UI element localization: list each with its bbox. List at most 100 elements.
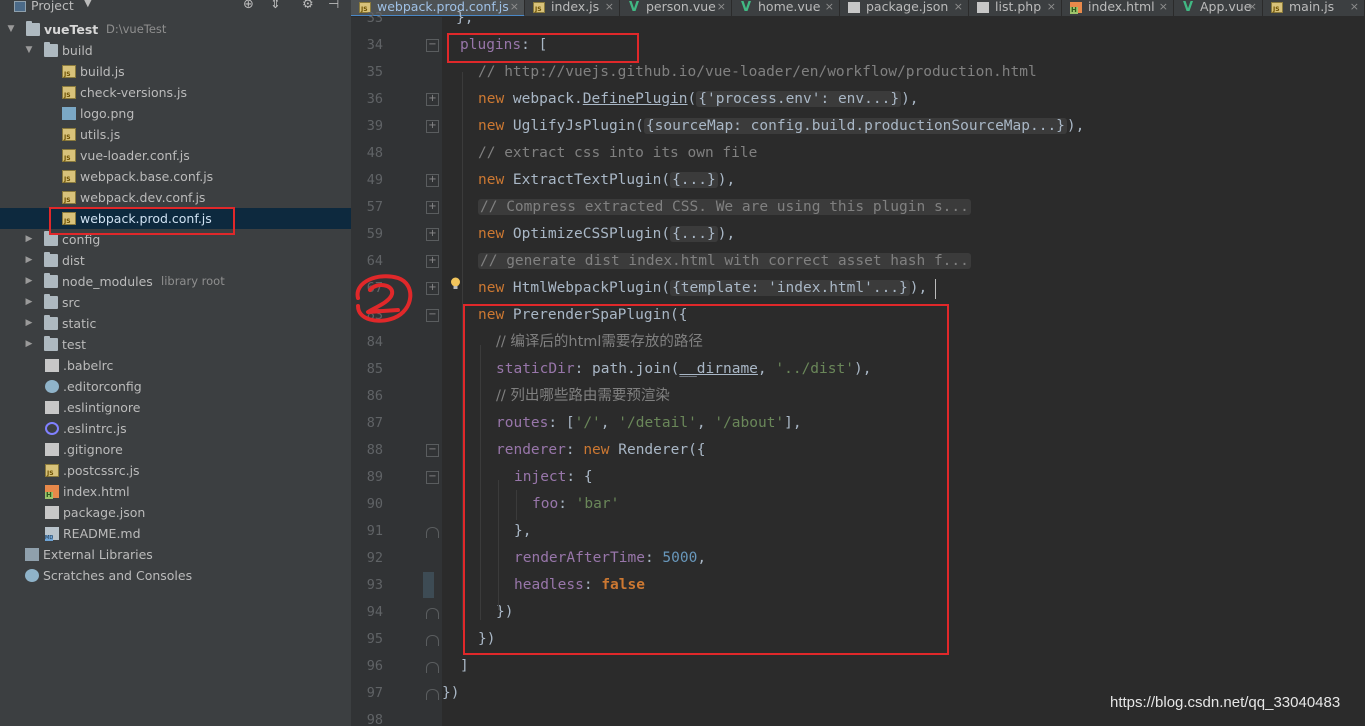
tree-item-webpack-dev-conf-js[interactable]: webpack.dev.conf.js: [0, 187, 351, 208]
tree-item-label: build.js: [80, 64, 125, 79]
minimize-icon[interactable]: ⊣: [328, 0, 339, 12]
line-number: 97: [366, 685, 383, 701]
code-token: ]: [460, 658, 469, 674]
chevron-right-icon[interactable]: ▶: [24, 271, 34, 292]
project-view-selector[interactable]: Project: [31, 0, 74, 13]
close-icon[interactable]: ×: [510, 0, 519, 14]
collapse-icon[interactable]: ⇕: [270, 0, 281, 12]
fold-end-icon[interactable]: [426, 527, 439, 538]
tree-item-editorconfig[interactable]: .editorconfig: [0, 376, 351, 397]
vue-file-icon: V: [740, 0, 752, 15]
close-icon[interactable]: ×: [1159, 0, 1168, 14]
tree-item-external-libraries[interactable]: External Libraries: [0, 544, 351, 565]
tab-label: main.js: [1289, 0, 1335, 14]
code-token: plugins: [460, 37, 522, 53]
gear-icon[interactable]: ⚙: [302, 0, 314, 12]
fold-expand-icon[interactable]: +: [426, 201, 439, 214]
folder-icon: [44, 294, 58, 309]
code-token: headless: [514, 577, 584, 593]
tree-item-vue-loader-conf-js[interactable]: vue-loader.conf.js: [0, 145, 351, 166]
lightbulb-icon[interactable]: [450, 277, 461, 291]
tree-item-node-modules[interactable]: ▶ node_modules library root: [0, 271, 351, 292]
tree-item-eslintignore[interactable]: .eslintignore: [0, 397, 351, 418]
html-file-icon: [1070, 2, 1082, 14]
chevron-right-icon[interactable]: ▶: [24, 250, 34, 271]
code-token: // Compress extracted CSS. We are using …: [478, 199, 971, 215]
tree-item-readme-md[interactable]: README.md: [0, 523, 351, 544]
tab-app-vue[interactable]: V App.vue ×: [1174, 0, 1263, 16]
close-icon[interactable]: ×: [1047, 0, 1056, 14]
line-number: 98: [366, 712, 383, 726]
fold-expand-icon[interactable]: +: [426, 93, 439, 106]
tree-item-webpack-base-conf-js[interactable]: webpack.base.conf.js: [0, 166, 351, 187]
chevron-down-icon[interactable]: ▼: [6, 19, 16, 40]
tree-item-label: static: [62, 316, 97, 331]
fold-collapse-icon[interactable]: −: [426, 444, 439, 457]
tree-item-postcssrc-js[interactable]: .postcssrc.js: [0, 460, 351, 481]
code-token: : {: [566, 469, 593, 485]
tree-item-gitignore[interactable]: .gitignore: [0, 439, 351, 460]
chevron-right-icon[interactable]: ▶: [24, 292, 34, 313]
code-line: ]: [460, 653, 469, 680]
tab-home-vue[interactable]: Vhome.vue ×: [732, 0, 840, 16]
code-token: PrerenderSpaPlugin({: [512, 307, 688, 323]
fold-collapse-icon[interactable]: −: [426, 309, 439, 322]
tree-item-test[interactable]: ▶ test: [0, 334, 351, 355]
fold-collapse-icon[interactable]: −: [426, 39, 439, 52]
tab-label: index.js: [551, 0, 600, 14]
fold-expand-icon[interactable]: +: [426, 120, 439, 133]
fold-expand-icon[interactable]: +: [426, 282, 439, 295]
line-number: 85: [366, 361, 383, 377]
tree-item-webpack-prod-conf-js[interactable]: webpack.prod.conf.js: [0, 208, 351, 229]
chevron-right-icon[interactable]: ▶: [24, 334, 34, 355]
close-icon[interactable]: ×: [717, 0, 726, 14]
tab-package-json[interactable]: package.json ×: [840, 0, 969, 16]
tree-item-package-json[interactable]: package.json: [0, 502, 351, 523]
tree-item-src[interactable]: ▶ src: [0, 292, 351, 313]
tree-item-utils-js[interactable]: utils.js: [0, 124, 351, 145]
code-line: // 列出哪些路由需要预渲染: [496, 383, 670, 410]
close-icon[interactable]: ×: [825, 0, 834, 14]
tree-item-vuetest[interactable]: ▼ vueTest D:\vueTest: [0, 19, 351, 40]
chevron-right-icon[interactable]: ▶: [24, 229, 34, 250]
tree-item-check-versions-js[interactable]: check-versions.js: [0, 82, 351, 103]
fold-end-icon[interactable]: [426, 662, 439, 673]
fold-end-icon[interactable]: [426, 689, 439, 700]
chevron-down-icon[interactable]: ▼: [84, 0, 92, 9]
tab-person-vue[interactable]: Vperson.vue ×: [620, 0, 732, 16]
fold-end-icon[interactable]: [426, 635, 439, 646]
close-icon[interactable]: ×: [1350, 0, 1359, 14]
fold-end-icon[interactable]: [426, 608, 439, 619]
tab-index-html[interactable]: index.html ×: [1062, 0, 1174, 16]
tree-item-index-html[interactable]: index.html: [0, 481, 351, 502]
chevron-down-icon[interactable]: ▼: [24, 40, 34, 61]
target-icon[interactable]: ⊕: [243, 0, 254, 12]
tree-item-build-js[interactable]: build.js: [0, 61, 351, 82]
chevron-right-icon[interactable]: ▶: [24, 313, 34, 334]
fold-collapse-icon[interactable]: −: [426, 471, 439, 484]
tree-item-eslintrc-js[interactable]: .eslintrc.js: [0, 418, 351, 439]
tree-item-logo-png[interactable]: logo.png: [0, 103, 351, 124]
line-number: 96: [366, 658, 383, 674]
tree-item-config[interactable]: ▶ config: [0, 229, 351, 250]
tree-item-dist[interactable]: ▶ dist: [0, 250, 351, 271]
line-number: 35: [366, 64, 383, 80]
tab-list-php[interactable]: list.php ×: [969, 0, 1062, 16]
tree-item-scratches-and-consoles[interactable]: Scratches and Consoles: [0, 565, 351, 586]
tab-index-js[interactable]: index.js ×: [525, 0, 620, 16]
watermark-text: https://blog.csdn.net/qq_33040483: [1110, 694, 1341, 711]
close-icon[interactable]: ×: [605, 0, 614, 14]
tree-item-build[interactable]: ▼ build: [0, 40, 351, 61]
folder-icon: [44, 273, 58, 288]
fold-expand-icon[interactable]: +: [426, 255, 439, 268]
tree-item-label: package.json: [63, 505, 146, 520]
close-icon[interactable]: ×: [1248, 0, 1257, 14]
js-file-icon: [533, 2, 545, 13]
tree-item-babelrc[interactable]: .babelrc: [0, 355, 351, 376]
fold-expand-icon[interactable]: +: [426, 228, 439, 241]
code-token: ),: [717, 172, 736, 188]
tree-item-static[interactable]: ▶ static: [0, 313, 351, 334]
tab-main-js[interactable]: main.js ×: [1263, 0, 1365, 16]
fold-expand-icon[interactable]: +: [426, 174, 439, 187]
close-icon[interactable]: ×: [954, 0, 963, 14]
